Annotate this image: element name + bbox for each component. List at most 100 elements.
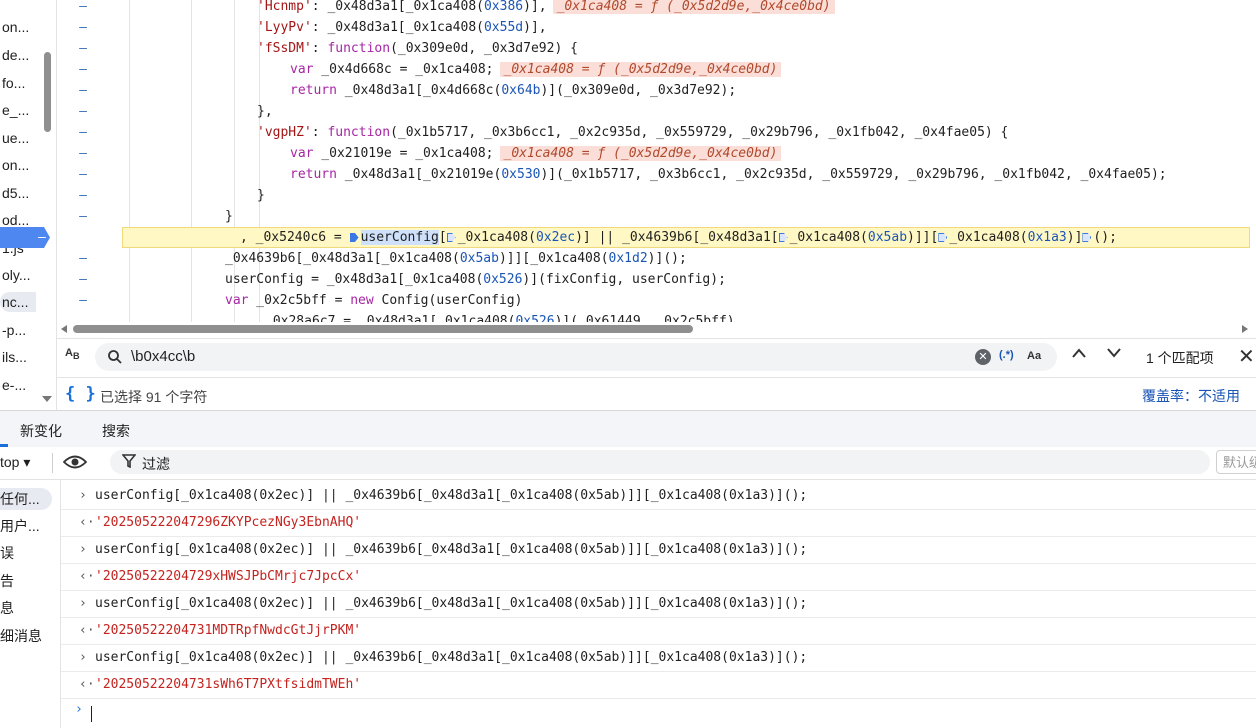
file-item[interactable]: -p... xyxy=(0,320,26,340)
console-sidebar: 任何... 用户... 误 告 息 细消息 xyxy=(0,480,61,728)
gutter-mark[interactable]: – xyxy=(57,185,109,206)
code-line: var _0x21019e = _0x1ca408; _0x1ca408 = ƒ … xyxy=(290,143,782,164)
console-prompt-icon: › xyxy=(75,702,83,717)
pretty-print-icon[interactable]: { } xyxy=(65,384,96,404)
console-result-row[interactable]: ‹· '20250522204731sWh6T7PXtfsidmTWEh' xyxy=(61,671,1256,699)
result-arrow-icon: ‹· xyxy=(79,569,95,584)
gutter-mark[interactable]: – xyxy=(57,59,109,80)
gutter-mark[interactable]: – xyxy=(57,143,109,164)
console-log[interactable]: › userConfig[_0x1ca408(0x2ec)] || _0x4639… xyxy=(61,480,1256,728)
file-item[interactable]: e_... xyxy=(0,100,29,120)
file-item[interactable]: on... xyxy=(0,17,29,37)
editor-status-bar: { } 已选择 91 个字符 覆盖率：不适用 xyxy=(57,377,1256,410)
gutter-mark[interactable]: – xyxy=(57,80,109,101)
code-line: _0x28a6c7 = _0x48d3a1[_0x1ca408(0x526)](… xyxy=(265,314,735,322)
file-item[interactable]: fo... xyxy=(0,73,25,93)
input-arrow-icon: › xyxy=(79,596,87,611)
log-levels-dropdown[interactable]: 默认级别 xyxy=(1216,450,1256,474)
sidebar-item-info[interactable]: 息 xyxy=(0,597,14,619)
console-toolbar: top ▾ 过滤 默认级别 xyxy=(0,447,1256,480)
search-input[interactable]: \b0x4cc\b ✕ (.*) Aa xyxy=(95,343,1057,371)
tab-search[interactable]: 搜索 xyxy=(102,421,130,441)
sidebar-item-user-messages[interactable]: 用户... xyxy=(0,515,40,537)
indent-guide xyxy=(191,0,192,322)
search-query[interactable]: \b0x4cc\b xyxy=(131,348,195,365)
inline-value-hint: _0x1ca408 = ƒ (_0x5d2d9e,_0x4ce0bd) xyxy=(552,0,835,14)
file-item[interactable]: oly... xyxy=(0,265,31,285)
console-input-row[interactable]: › userConfig[_0x1ca408(0x2ec)] || _0x4639… xyxy=(61,536,1256,564)
file-list-scrollbar[interactable] xyxy=(44,52,51,132)
gutter-mark[interactable]: – xyxy=(57,206,109,227)
gutter-mark[interactable]: – xyxy=(57,248,109,269)
gutter-mark[interactable]: – xyxy=(57,17,109,38)
search-replace-toggle-icon[interactable]: AB xyxy=(65,347,80,361)
sidebar-item-messages[interactable]: 任何... xyxy=(0,488,52,510)
input-arrow-icon: › xyxy=(79,650,87,665)
step-marker-icon[interactable] xyxy=(446,233,456,242)
step-marker-icon[interactable] xyxy=(1082,233,1092,242)
console-result-row[interactable]: ‹· '20250522204731MDTRpfNwdcGtJjrPKM' xyxy=(61,617,1256,645)
regex-toggle[interactable]: (.*) xyxy=(999,349,1014,361)
file-item[interactable]: on... xyxy=(0,155,29,175)
gutter-mark: – xyxy=(38,230,46,245)
scroll-down-arrow-icon[interactable] xyxy=(42,396,52,402)
code-line: 'LyyPv': _0x48d3a1[_0x1ca408(0x55d)], xyxy=(257,20,547,35)
file-item[interactable]: ue... xyxy=(0,128,29,148)
paused-code-line: , _0x5240c6 = userConfig[_0x1ca408(0x2ec… xyxy=(240,230,1117,245)
file-item-selected[interactable]: nc... xyxy=(0,292,36,312)
tab-changes[interactable]: 新变化 xyxy=(20,421,62,441)
match-case-toggle[interactable]: Aa xyxy=(1027,350,1041,362)
file-item[interactable]: d5... xyxy=(0,183,29,203)
console-input-row[interactable]: › userConfig[_0x1ca408(0x2ec)] || _0x4639… xyxy=(61,644,1256,672)
filter-icon xyxy=(122,454,136,468)
gutter-mark[interactable]: – xyxy=(57,101,109,122)
search-bar: AB \b0x4cc\b ✕ (.*) Aa 1 个匹配项 ✕ xyxy=(57,338,1256,377)
file-item[interactable]: ils... xyxy=(0,347,27,367)
previous-match-icon[interactable] xyxy=(1072,348,1086,358)
file-item[interactable]: de... xyxy=(0,45,29,65)
gutter-mark[interactable]: – xyxy=(57,122,109,143)
gutter-mark[interactable]: – xyxy=(57,0,109,17)
gutter-mark[interactable]: – xyxy=(57,38,109,59)
match-count: 1 个匹配项 xyxy=(1146,350,1214,366)
code-editor[interactable]: – – – – – – – – – – – – – – 'Hcnmp': _0x… xyxy=(57,0,1256,322)
console-input-cursor[interactable] xyxy=(91,706,92,722)
clear-search-icon[interactable]: ✕ xyxy=(975,349,991,365)
code-line: 'Hcnmp': _0x48d3a1[_0x1ca408(0x386)], _0x… xyxy=(257,0,835,17)
step-marker-icon[interactable] xyxy=(349,233,359,242)
scroll-left-arrow-icon[interactable] xyxy=(61,325,67,333)
eye-icon[interactable] xyxy=(63,453,87,471)
console-input-row[interactable]: › userConfig[_0x1ca408(0x2ec)] || _0x4639… xyxy=(61,590,1256,618)
step-marker-icon[interactable] xyxy=(778,233,788,242)
drawer-tabbar: 新变化 搜索 xyxy=(0,410,1256,448)
next-match-icon[interactable] xyxy=(1107,348,1121,358)
scroll-right-arrow-icon[interactable] xyxy=(1242,325,1248,333)
console-filter-input[interactable]: 过滤 xyxy=(110,450,1210,474)
sidebar-item-warnings[interactable]: 告 xyxy=(0,570,14,592)
code-line: 'fSsDM': function(_0x309e0d, _0x3d7e92) … xyxy=(257,41,578,56)
gutter-mark[interactable]: – xyxy=(57,164,109,185)
gutter-mark[interactable]: – xyxy=(57,290,109,311)
code-line: _0x4639b6[_0x48d3a1[_0x1ca408(0x5ab)]][_… xyxy=(225,251,687,266)
file-item[interactable]: e-... xyxy=(0,375,26,395)
code-line: var _0x2c5bff = new Config(userConfig) xyxy=(225,293,523,308)
context-selector[interactable]: top ▾ xyxy=(0,454,30,471)
console-result-row[interactable]: ‹· '20250522204729xHWSJPbCMrjc7JpcCx' xyxy=(61,563,1256,591)
sidebar-item-errors[interactable]: 误 xyxy=(0,542,14,564)
result-arrow-icon: ‹· xyxy=(79,515,95,530)
console-input-row[interactable]: › userConfig[_0x1ca408(0x2ec)] || _0x4639… xyxy=(61,482,1256,510)
inline-value-hint: _0x1ca408 = ƒ (_0x5d2d9e,_0x4ce0bd) xyxy=(499,62,782,77)
gutter-mark[interactable]: – xyxy=(57,269,109,290)
console-result-row[interactable]: ‹· '202505222047296ZKYPcezNGy3EbnAHQ' xyxy=(61,509,1256,537)
code-line: var _0x4d668c = _0x1ca408; _0x1ca408 = ƒ … xyxy=(290,59,782,80)
code-line: return _0x48d3a1[_0x4d668c(0x64b)](_0x30… xyxy=(290,83,737,98)
close-search-icon[interactable]: ✕ xyxy=(1238,344,1255,369)
scrollbar-thumb[interactable] xyxy=(73,325,693,333)
code-line: } xyxy=(257,188,265,203)
selection-info: 已选择 91 个字符 xyxy=(100,389,208,405)
step-marker-icon[interactable] xyxy=(938,233,948,242)
input-arrow-icon: › xyxy=(79,542,87,557)
code-horizontal-scrollbar[interactable] xyxy=(57,322,1256,336)
coverage-link[interactable]: 覆盖率：不适用 xyxy=(1142,386,1240,406)
sidebar-item-verbose[interactable]: 细消息 xyxy=(0,625,42,647)
